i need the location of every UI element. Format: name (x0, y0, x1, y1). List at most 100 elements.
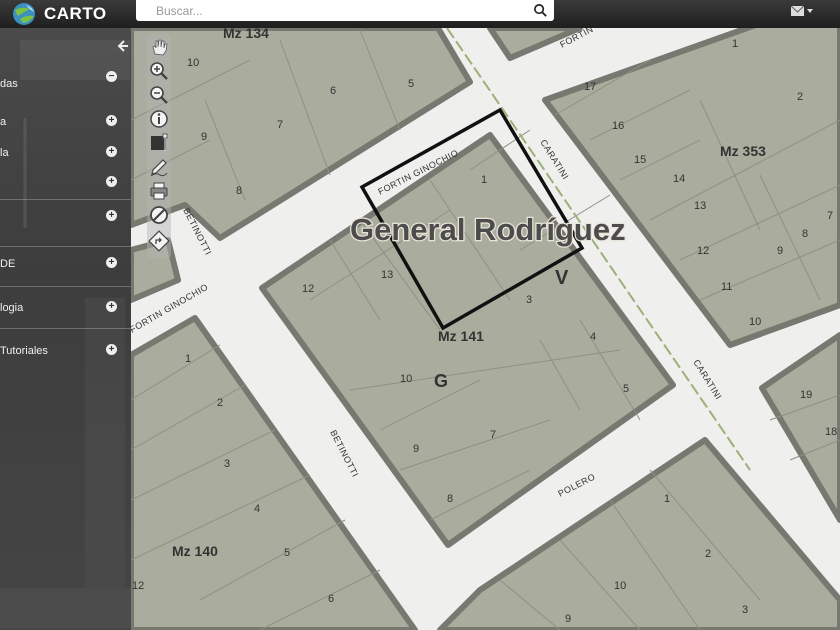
lot-number: 15 (634, 154, 646, 166)
lot-number: 5 (284, 547, 290, 559)
lot-number: 1 (664, 493, 670, 505)
expand-plus-icon[interactable]: + (106, 344, 117, 355)
sidebar-divider (0, 246, 131, 247)
route-icon[interactable] (148, 230, 170, 252)
lot-number: 14 (673, 173, 685, 185)
lot-number: 8 (447, 493, 453, 505)
lot-number: 13 (694, 200, 706, 212)
pen-icon[interactable] (148, 156, 170, 178)
lot-number: 1 (185, 353, 191, 365)
sidebar-item-de[interactable]: DE + (0, 254, 131, 276)
lot-number: 2 (797, 91, 803, 103)
hand-icon[interactable] (148, 36, 170, 58)
lot-number: 12 (132, 580, 144, 592)
lot-number: 5 (408, 78, 414, 90)
lot-number: 10 (614, 580, 626, 592)
zone-letter: V (555, 267, 569, 289)
sidebar-item-a[interactable]: a + (0, 112, 131, 134)
sidebar-item-label: a (0, 116, 7, 128)
lot-number: 12 (302, 283, 314, 295)
sidebar: das − a + la + + + DE + logia + Tutorial… (0, 28, 131, 630)
lot-number: 9 (777, 245, 783, 257)
lot-number: 10 (400, 373, 412, 385)
sidebar-item-blank-2[interactable]: + (0, 207, 131, 229)
search-icon[interactable] (533, 3, 548, 18)
map-svg[interactable]: FORTIN GINOCHIO FORTIN GINOCHIO BETINOTT… (131, 28, 840, 630)
app-logo[interactable]: CARTO (10, 0, 107, 28)
lot-number: 18 (825, 426, 837, 438)
sidebar-item-tutoriales[interactable]: Tutoriales + (0, 341, 131, 363)
chevron-down-icon (807, 9, 813, 13)
sidebar-item-label: logia (0, 302, 24, 314)
zone-letter: G (434, 371, 448, 391)
expand-plus-icon[interactable]: + (106, 115, 117, 126)
lot-number: 9 (201, 131, 207, 143)
lot-number: 16 (612, 120, 624, 132)
expand-plus-icon[interactable]: + (106, 146, 117, 157)
lot-number: 7 (490, 429, 496, 441)
measure-icon[interactable] (148, 132, 170, 154)
envelope-icon (791, 6, 804, 16)
expand-plus-icon[interactable]: + (106, 176, 117, 187)
collapse-minus-icon[interactable]: − (106, 71, 117, 82)
expand-plus-icon[interactable]: + (106, 301, 117, 312)
lot-number: 9 (565, 613, 571, 625)
city-title: General Rodríguez (350, 212, 626, 247)
sidebar-divider (0, 328, 131, 329)
lot-number: 13 (381, 269, 393, 281)
sidebar-item-la[interactable]: la + (0, 143, 131, 165)
lot-number: 6 (328, 593, 334, 605)
lot-number: 1 (732, 38, 738, 50)
lot-number: 10 (749, 316, 761, 328)
sidebar-divider (0, 199, 131, 200)
block-label: Mz 134 (223, 28, 269, 41)
app-title: CARTO (44, 4, 107, 23)
lot-number: 5 (623, 383, 629, 395)
lot-number: 2 (217, 397, 223, 409)
top-bar: CARTO (0, 0, 840, 28)
lot-number: 2 (705, 548, 711, 560)
lot-number: 9 (413, 443, 419, 455)
lot-number: 7 (827, 210, 833, 222)
lot-number: 8 (802, 228, 808, 240)
block-label: Mz 140 (172, 543, 218, 559)
lot-number: 11 (721, 281, 732, 293)
print-icon[interactable] (148, 180, 170, 202)
lot-number: 3 (526, 294, 532, 306)
sidebar-item-das[interactable]: das − (0, 71, 131, 96)
lot-number: 1 (481, 174, 487, 186)
lot-number: 12 (697, 245, 709, 257)
lot-number: 4 (254, 503, 260, 515)
collapse-sidebar-icon[interactable] (117, 40, 129, 52)
lot-number: 7 (277, 119, 283, 131)
lot-number: 3 (224, 458, 230, 470)
search-box (136, 0, 554, 21)
map-toolbar (147, 34, 171, 258)
sidebar-item-label: das (0, 78, 18, 90)
map-canvas[interactable]: FORTIN GINOCHIO FORTIN GINOCHIO BETINOTT… (131, 28, 840, 630)
globe-logo-icon (13, 3, 35, 25)
no-entry-icon[interactable] (148, 204, 170, 226)
sidebar-item-logia[interactable]: logia + (0, 298, 131, 320)
lot-number: 17 (584, 81, 596, 93)
zoom-out-icon[interactable] (148, 84, 170, 106)
lot-number: 19 (800, 389, 812, 401)
expand-plus-icon[interactable]: + (106, 210, 117, 221)
sidebar-item-label: la (0, 147, 9, 159)
lot-number: 8 (236, 185, 242, 197)
info-icon[interactable] (148, 108, 170, 130)
lot-number: 6 (330, 85, 336, 97)
sidebar-divider (0, 286, 131, 287)
sidebar-item-label: DE (0, 258, 16, 270)
zoom-in-icon[interactable] (148, 60, 170, 82)
sidebar-item-blank-1[interactable]: + (0, 173, 131, 195)
block-label: Mz 353 (720, 143, 766, 159)
lot-number: 10 (187, 57, 199, 69)
lot-number: 4 (590, 331, 596, 343)
sidebar-item-label: Tutoriales (0, 345, 48, 357)
search-input[interactable] (136, 0, 536, 21)
expand-plus-icon[interactable]: + (106, 257, 117, 268)
lot-number: 3 (742, 604, 748, 616)
block-label: Mz 141 (438, 328, 484, 344)
mail-menu[interactable] (791, 6, 813, 16)
